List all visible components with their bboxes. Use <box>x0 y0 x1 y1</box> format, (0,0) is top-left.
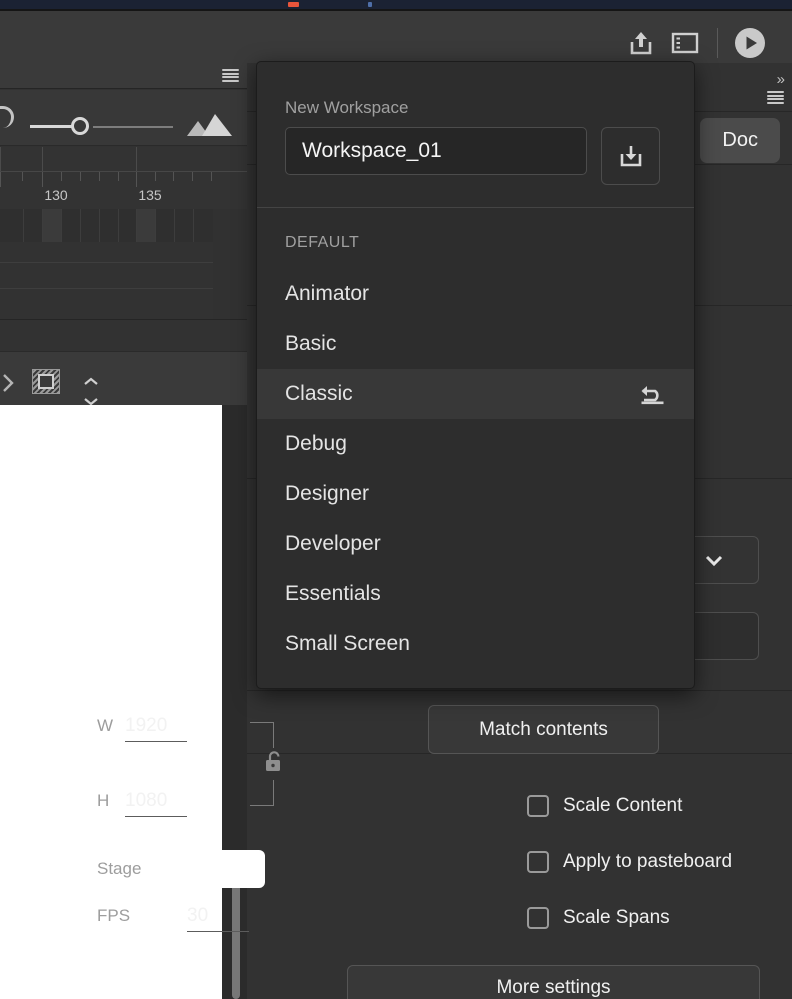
checkbox-scale-content[interactable]: Scale Content <box>527 795 682 817</box>
test-movie-button[interactable] <box>728 21 772 65</box>
timeline-frames-row[interactable] <box>0 209 247 242</box>
workspace-item-debug[interactable]: Debug <box>257 419 694 469</box>
ruler-tick-label: 130 <box>44 187 68 203</box>
match-contents-button[interactable]: Match contents <box>428 705 659 754</box>
height-input[interactable]: 1080 <box>125 790 187 817</box>
checkbox-label: Scale Spans <box>563 907 670 928</box>
height-label: H <box>97 791 110 810</box>
toolbar-divider <box>717 27 718 58</box>
properties-expand-icon[interactable]: » <box>777 71 785 88</box>
workspace-item-essentials[interactable]: Essentials <box>257 569 694 619</box>
checkbox-box[interactable] <box>527 851 549 873</box>
workspace-list: Animator Basic Classic Debug Designer De… <box>257 269 694 669</box>
onion-skin-icon[interactable] <box>0 106 14 128</box>
checkbox-box[interactable] <box>527 907 549 929</box>
workspace-item-small-screen[interactable]: Small Screen <box>257 619 694 669</box>
workspace-popup: New Workspace Workspace_01 DEFAULT Anima… <box>256 61 695 689</box>
width-label: W <box>97 716 114 735</box>
fps-row: FPS 30 <box>97 905 249 932</box>
revert-workspace-button[interactable] <box>638 382 668 406</box>
graph-mountain-icon[interactable] <box>185 112 235 138</box>
fps-input[interactable]: 30 <box>187 905 249 932</box>
lock-open-icon[interactable] <box>263 750 283 774</box>
workspace-popup-divider <box>257 207 694 208</box>
chevron-down-icon <box>705 555 723 567</box>
fit-to-stage-icon[interactable] <box>32 369 60 394</box>
workspace-item-label: Classic <box>285 382 353 405</box>
stepper-up-icon[interactable] <box>82 376 100 387</box>
more-settings-label: More settings <box>496 977 611 998</box>
checkbox-label: Apply to pasteboard <box>563 851 733 872</box>
new-workspace-label: New Workspace <box>285 98 409 117</box>
workspace-item-developer[interactable]: Developer <box>257 519 694 569</box>
tab-doc-label: Doc <box>722 129 758 151</box>
save-workspace-button[interactable] <box>601 127 660 185</box>
workspace-item-designer[interactable]: Designer <box>257 469 694 519</box>
checkbox-apply-to-pasteboard[interactable]: Apply to pasteboard <box>527 851 732 873</box>
os-window-strip <box>0 0 792 9</box>
checkbox-label: Scale Content <box>563 795 683 816</box>
timeline-ruler-ticks <box>0 171 247 188</box>
save-download-icon <box>620 146 641 167</box>
revert-undo-icon <box>641 386 664 405</box>
os-marker-blue-icon <box>368 2 372 7</box>
timeline-bottom-toolbar <box>0 351 247 408</box>
workspace-group-label: DEFAULT <box>285 234 360 251</box>
timeline-panel: 130 135 <box>0 63 247 456</box>
properties-panel-menu-icon[interactable] <box>767 91 784 104</box>
timeline-statusbar <box>0 319 247 351</box>
workspace-item-label: Developer <box>285 532 381 555</box>
panel-layout-button[interactable] <box>663 21 707 65</box>
canvas-scrollbar-thumb[interactable] <box>232 872 240 999</box>
onion-slider-track-right <box>93 126 173 128</box>
workspace-item-classic[interactable]: Classic <box>257 369 694 419</box>
checkbox-box[interactable] <box>527 795 549 817</box>
os-marker-orange-icon <box>288 2 299 7</box>
workspace-popup-header: New Workspace Workspace_01 <box>257 62 694 207</box>
properties-divider-3 <box>247 690 792 691</box>
checkbox-scale-spans[interactable]: Scale Spans <box>527 907 670 929</box>
timeline-panel-menu-icon[interactable] <box>222 69 239 82</box>
ruler-tick-label: 135 <box>138 187 162 203</box>
stage-label: Stage <box>97 859 142 878</box>
workspace-item-label: Animator <box>285 282 370 305</box>
share-export-icon <box>630 31 652 54</box>
chevron-right-icon[interactable] <box>0 370 22 396</box>
workspace-item-label: Basic <box>285 332 337 355</box>
match-contents-label: Match contents <box>479 718 608 740</box>
app-window: 130 135 » Doc W 1920 H 1080 Stage FPS 30… <box>0 0 792 999</box>
workspace-item-basic[interactable]: Basic <box>257 319 694 369</box>
timeline-layer-rows[interactable] <box>0 242 247 319</box>
timeline-ruler-header[interactable] <box>0 147 247 171</box>
workspace-item-label: Small Screen <box>285 632 410 655</box>
onion-slider-track-left <box>30 125 72 128</box>
onion-slider-knob[interactable] <box>71 117 89 135</box>
workspace-item-label: Designer <box>285 482 370 505</box>
timeline-ruler-labels: 130 135 <box>0 187 247 209</box>
workspace-item-label: Essentials <box>285 582 381 605</box>
workspace-item-label: Debug <box>285 432 347 455</box>
more-settings-button[interactable]: More settings <box>347 965 760 999</box>
workspace-name-input[interactable]: Workspace_01 <box>285 127 587 175</box>
play-icon <box>735 27 765 58</box>
panel-layout-icon <box>671 32 699 53</box>
fps-label: FPS <box>97 906 131 925</box>
timeline-controls <box>0 90 247 146</box>
workspace-item-animator[interactable]: Animator <box>257 269 694 319</box>
aspect-link-bracket <box>250 722 280 806</box>
share-export-button[interactable] <box>619 21 663 65</box>
stage-color-row: Stage <box>97 850 265 888</box>
timeline-titlebar <box>0 63 247 89</box>
tab-doc[interactable]: Doc <box>700 118 780 163</box>
height-row: H 1080 <box>97 790 187 817</box>
width-row: W 1920 <box>97 715 187 742</box>
stage-color-swatch[interactable] <box>187 850 265 888</box>
width-input[interactable]: 1920 <box>125 715 187 742</box>
